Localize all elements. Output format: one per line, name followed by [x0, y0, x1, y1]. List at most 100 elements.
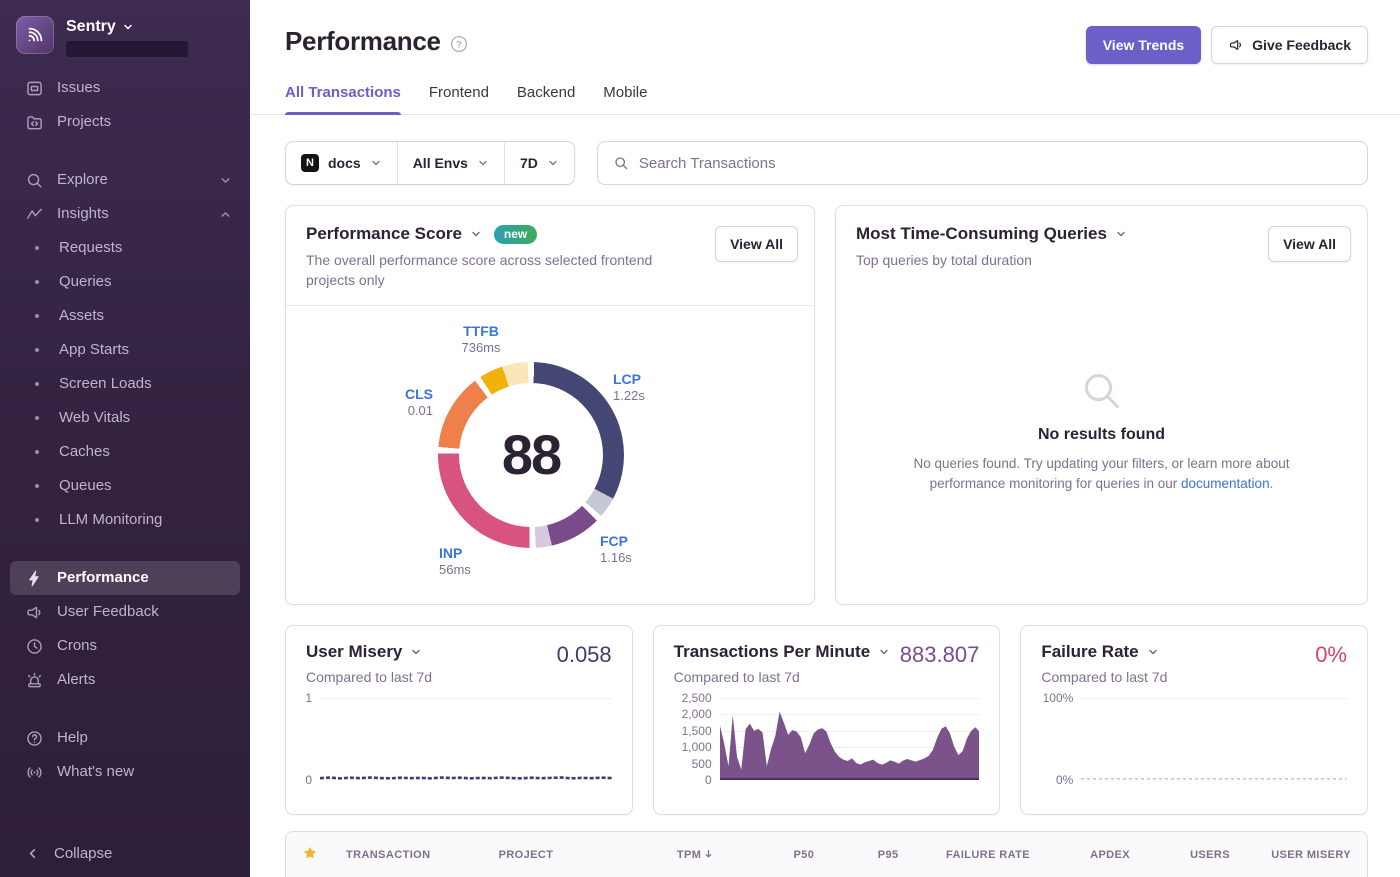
chevron-up-icon: [219, 208, 232, 221]
svg-text:?: ?: [456, 39, 462, 50]
chevron-down-icon: [219, 174, 232, 187]
megaphone-icon: [25, 603, 44, 622]
transactions-table: TRANSACTIONPROJECTTPMP50P95FAILURE RATEA…: [285, 831, 1368, 877]
widget-chart-tpm: 2,5002,0001,5001,0005000: [674, 698, 980, 780]
tab-bar: All Transactions Frontend Backend Mobile: [250, 64, 1400, 115]
main-content: Performance ? View Trends Give Feedback …: [250, 0, 1400, 877]
web-vitals-donut[interactable]: 88: [438, 362, 624, 548]
sidebar-nav: IssuesProjectsExploreInsightsRequestsQue…: [0, 71, 250, 789]
sidebar-item-queries[interactable]: Queries: [0, 265, 250, 299]
column-header-tpm[interactable]: TPM: [614, 848, 714, 861]
chevron-down-icon: [122, 21, 134, 33]
performance-score-view-all-button[interactable]: View All: [715, 226, 798, 262]
queries-widget-subtitle: Top queries by total duration: [856, 251, 1241, 271]
widget-title-failure-rate[interactable]: Failure Rate: [1041, 642, 1347, 662]
column-header-failure-rate[interactable]: FAILURE RATE: [898, 849, 1030, 861]
issues-icon: [25, 79, 44, 98]
chevron-down-icon: [547, 157, 559, 169]
new-badge: new: [494, 225, 537, 244]
search-transactions-box: [597, 141, 1368, 185]
view-trends-button[interactable]: View Trends: [1086, 26, 1201, 64]
bullet-icon: [27, 450, 46, 454]
tab-frontend[interactable]: Frontend: [429, 84, 489, 114]
sidebar-item-requests[interactable]: Requests: [0, 231, 250, 265]
date-range-filter[interactable]: 7D: [504, 142, 574, 184]
sidebar-item-projects[interactable]: Projects: [0, 105, 250, 139]
card-most-time-consuming-queries: Most Time-Consuming Queries Top queries …: [835, 205, 1368, 605]
sort-desc-icon: [703, 848, 714, 859]
sidebar-item-performance[interactable]: Performance: [10, 561, 240, 595]
widget-subtitle: Compared to last 7d: [306, 669, 612, 685]
chevron-down-icon: [410, 646, 422, 658]
sidebar-item-user-feedback[interactable]: User Feedback: [0, 595, 250, 629]
sidebar-item-web-vitals[interactable]: Web Vitals: [0, 401, 250, 435]
tab-all-transactions[interactable]: All Transactions: [285, 84, 401, 114]
card-performance-score: Performance Score new The overall perfor…: [285, 205, 815, 605]
sidebar-item-help[interactable]: Help: [0, 721, 250, 755]
help-icon: [25, 729, 44, 748]
vital-label-inp: INP56ms: [439, 544, 471, 579]
star-column-header[interactable]: [302, 845, 346, 864]
lightning-icon: [25, 569, 44, 588]
documentation-link[interactable]: documentation: [1181, 476, 1270, 491]
sidebar-item-crons[interactable]: Crons: [0, 629, 250, 663]
bullet-icon: [27, 348, 46, 352]
queries-view-all-button[interactable]: View All: [1268, 226, 1351, 262]
widget-chart-user-misery: 10: [306, 698, 612, 780]
give-feedback-button[interactable]: Give Feedback: [1211, 26, 1368, 64]
sidebar-item-caches[interactable]: Caches: [0, 435, 250, 469]
column-header-p95[interactable]: P95: [814, 849, 898, 861]
column-header-apdex[interactable]: APDEX: [1030, 849, 1130, 861]
search-icon: [613, 155, 629, 171]
sidebar-item-assets[interactable]: Assets: [0, 299, 250, 333]
sentry-logo-icon: [24, 24, 46, 46]
sidebar-item-issues[interactable]: Issues: [0, 71, 250, 105]
chevron-left-icon: [25, 846, 40, 861]
search-empty-icon: [1079, 368, 1125, 414]
empty-state-text: No queries found. Try updating your filt…: [902, 454, 1302, 495]
bullet-icon: [27, 416, 46, 420]
column-header-user-misery[interactable]: USER MISERY: [1230, 849, 1351, 861]
transactions-table-header: TRANSACTIONPROJECTTPMP50P95FAILURE RATEA…: [286, 832, 1367, 877]
sidebar-collapse-button[interactable]: Collapse: [0, 830, 250, 877]
megaphone-icon: [1228, 37, 1244, 53]
project-filter[interactable]: N docs: [286, 142, 397, 184]
performance-score-value: 88: [502, 422, 560, 487]
widget-subtitle: Compared to last 7d: [1041, 669, 1347, 685]
siren-icon: [25, 671, 44, 690]
star-icon: [302, 845, 318, 864]
sidebar-item-queues[interactable]: Queues: [0, 469, 250, 503]
tab-backend[interactable]: Backend: [517, 84, 575, 114]
column-header-users[interactable]: USERS: [1130, 849, 1230, 861]
clock-icon: [25, 637, 44, 656]
column-header-project[interactable]: PROJECT: [499, 849, 615, 861]
chevron-down-icon: [370, 157, 382, 169]
sidebar-item-insights[interactable]: Insights: [0, 197, 250, 231]
chevron-down-icon: [1115, 228, 1127, 240]
sidebar-item-alerts[interactable]: Alerts: [0, 663, 250, 697]
sentry-logo[interactable]: [16, 16, 54, 54]
tab-mobile[interactable]: Mobile: [603, 84, 647, 114]
chevron-down-icon: [470, 228, 482, 240]
queries-empty-state: No results found No queries found. Try u…: [836, 285, 1367, 577]
search-transactions-input[interactable]: [639, 155, 1352, 172]
environment-filter[interactable]: All Envs: [397, 142, 504, 184]
column-header-transaction[interactable]: TRANSACTION: [346, 849, 499, 861]
chevron-down-icon: [1147, 646, 1159, 658]
broadcast-icon: [25, 763, 44, 782]
help-circle-icon[interactable]: ?: [450, 35, 468, 53]
sidebar-item-screen-loads[interactable]: Screen Loads: [0, 367, 250, 401]
card-tpm: Transactions Per Minute883.807Compared t…: [653, 625, 1001, 815]
vital-label-ttfb: TTFB736ms: [436, 322, 526, 357]
sidebar-item-explore[interactable]: Explore: [0, 163, 250, 197]
org-name[interactable]: Sentry: [66, 18, 188, 36]
sidebar-item-what-s-new[interactable]: What's new: [0, 755, 250, 789]
org-switcher[interactable]: Sentry: [0, 0, 250, 71]
vital-label-lcp: LCP1.22s: [613, 370, 645, 405]
widget-big-number: 883.807: [900, 642, 980, 668]
column-header-p50[interactable]: P50: [714, 849, 814, 861]
widget-big-number: 0.058: [557, 642, 612, 668]
sidebar-item-app-starts[interactable]: App Starts: [0, 333, 250, 367]
widget-subtitle: Compared to last 7d: [674, 669, 980, 685]
sidebar-item-llm-monitoring[interactable]: LLM Monitoring: [0, 503, 250, 537]
